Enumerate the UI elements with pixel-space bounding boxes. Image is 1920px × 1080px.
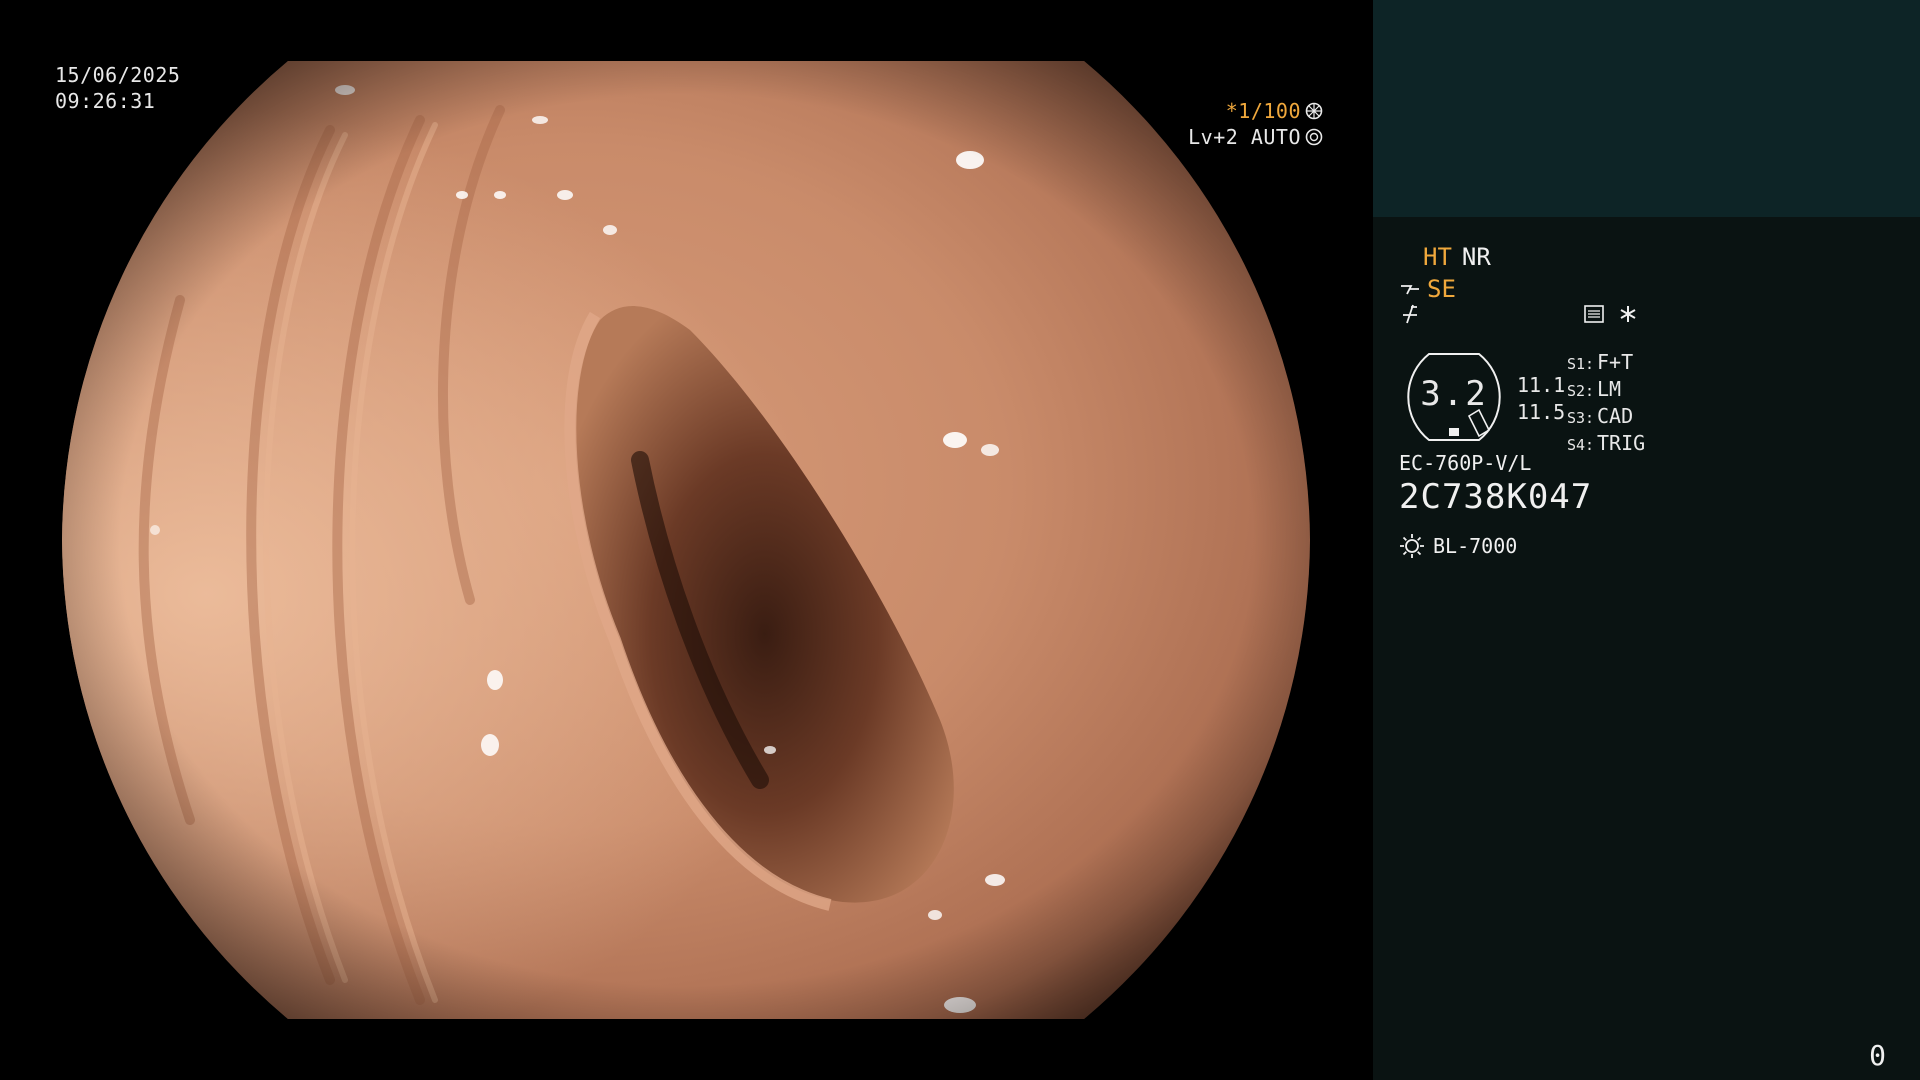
zoom-gauge: 3.2 <box>1399 352 1509 442</box>
se-icon <box>1401 285 1419 295</box>
endoscopic-image <box>62 61 1310 1019</box>
timestamp: 15/06/2025 09:26:31 <box>55 62 180 114</box>
light-source-label: BL-7000 <box>1433 534 1518 558</box>
function-row <box>1399 303 1639 325</box>
side-value: 11.5 <box>1517 400 1566 424</box>
info-panel: HT NR SE 3.2 11.1 11.5 S1: F+T S2: LM S3… <box>1373 0 1920 1080</box>
gauge-side-values: 11.1 11.5 <box>1517 372 1565 426</box>
se-label: SE <box>1427 275 1456 303</box>
shutter-icon <box>1305 102 1323 120</box>
light-source-icon <box>1400 534 1424 558</box>
frame-counter: 0 <box>1869 1039 1886 1072</box>
iris-icon <box>1305 128 1323 146</box>
scope-model: EC-760P-V/L <box>1399 451 1532 475</box>
menu-icon <box>1584 305 1604 323</box>
mode-primary: HT <box>1423 243 1452 271</box>
date-text: 15/06/2025 <box>55 63 181 87</box>
f-icon <box>1403 304 1417 324</box>
field-of-view <box>62 61 1310 1019</box>
time-text: 09:26:31 <box>55 89 156 113</box>
mode-secondary: NR <box>1461 243 1491 271</box>
exposure-level: Lv+2 AUTO <box>1188 125 1301 149</box>
exposure-info: *1/100 Lv+2 AUTO <box>1188 98 1323 150</box>
panel-header-area <box>1373 0 1920 217</box>
serial-number: 2C738K047 <box>1399 477 1593 517</box>
endoscope-viewport: 15/06/2025 09:26:31 *1/100 Lv+2 AUTO <box>0 0 1373 1080</box>
structure-enhancement: SE <box>1399 274 1456 304</box>
side-value: 11.1 <box>1517 373 1566 397</box>
setting-row: S4: TRIG <box>1567 431 1646 455</box>
light-source: BL-7000 <box>1399 531 1517 561</box>
setting-row: S2: LM <box>1567 377 1622 401</box>
zoom-value: 3.2 <box>1420 374 1488 414</box>
shutter-speed: *1/100 <box>1225 99 1301 123</box>
star-icon <box>1620 306 1636 322</box>
switch-settings: S1: F+T S2: LM S3: CAD S4: TRIG <box>1567 350 1645 458</box>
setting-row: S3: CAD <box>1567 404 1634 428</box>
image-mode: HT NR <box>1423 242 1501 272</box>
setting-row: S1: F+T <box>1567 350 1634 374</box>
